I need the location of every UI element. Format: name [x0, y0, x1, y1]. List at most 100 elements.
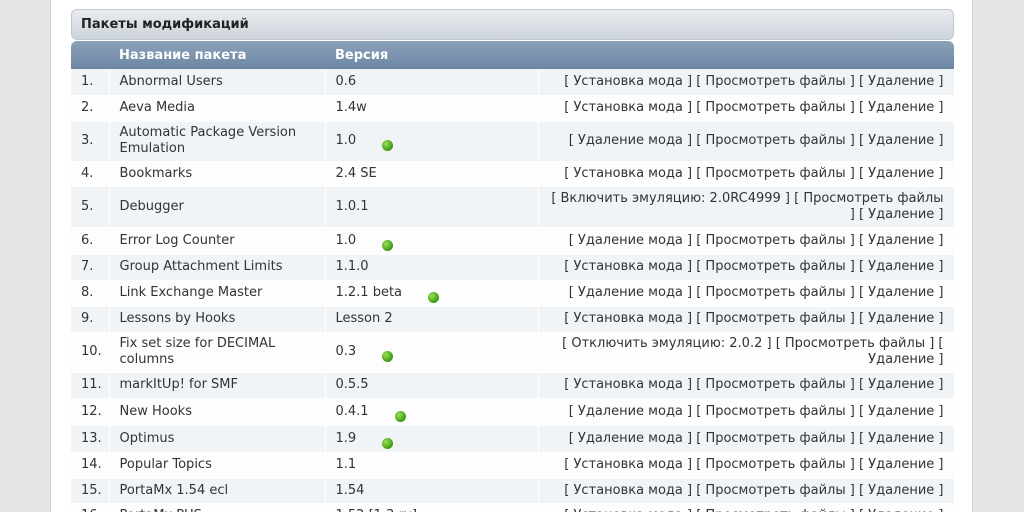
package-actions-links[interactable]: [ Установка мода ] [ Просмотреть файлы ]…	[564, 166, 943, 181]
table-row: 3. Automatic Package Version Emulation 1.0…	[71, 121, 955, 162]
package-actions-links[interactable]: [ Установка мода ] [ Просмотреть файлы ]…	[564, 508, 943, 512]
package-actions-cell: [ Установка мода ] [ Просмотреть файлы ]…	[538, 503, 955, 512]
package-version: 2.4 SE	[335, 165, 377, 181]
package-version: Lesson 2	[335, 311, 393, 326]
installed-status-icon	[428, 292, 440, 303]
package-actions-cell: [ Установка мода ] [ Просмотреть файлы ]…	[538, 478, 955, 504]
table-row: 11. markItUp! for SMF 0.5.5 [ Установка мод…	[71, 372, 955, 399]
package-name: Bookmarks	[109, 161, 326, 187]
package-version: 1.1.0	[335, 259, 369, 274]
package-version-cell: 1.4w	[325, 95, 539, 122]
package-actions-links[interactable]: [ Удаление мода ] [ Просмотреть файлы ] …	[569, 285, 944, 300]
row-number: 6.	[71, 227, 110, 255]
package-name: Automatic Package Version Emulation	[109, 121, 326, 162]
package-version-cell: 0.4.1	[325, 398, 539, 426]
package-actions-cell: [ Удаление мода ] [ Просмотреть файлы ] …	[538, 398, 955, 426]
package-version: 1.52 [1.3 ru]	[336, 508, 418, 512]
package-actions-links[interactable]: [ Установка мода ] [ Просмотреть файлы ]…	[564, 457, 943, 472]
row-number: 2.	[71, 95, 110, 122]
section-title: Пакеты модификаций	[71, 9, 954, 40]
package-version-cell: 1.9	[325, 425, 539, 453]
package-version-cell: 0.6	[325, 69, 539, 96]
package-actions-links[interactable]: [ Включить эмуляцию: 2.0RC4999 ] [ Просм…	[551, 191, 943, 222]
table-row: 4. Bookmarks 2.4 SE [ Установка мода ] [ Пр…	[71, 161, 955, 187]
package-actions-links[interactable]: [ Установка мода ] [ Просмотреть файлы ]…	[564, 377, 943, 392]
package-version: 0.4.1	[335, 403, 369, 419]
package-version: 1.0	[335, 232, 357, 248]
package-name: New Hooks	[109, 398, 326, 426]
package-actions-links[interactable]: [ Установка мода ] [ Просмотреть файлы ]…	[564, 483, 943, 498]
package-actions-links[interactable]: [ Удаление мода ] [ Просмотреть файлы ] …	[569, 133, 944, 148]
package-actions-cell: [ Установка мода ] [ Просмотреть файлы ]…	[538, 452, 955, 479]
table-header-row: Название пакета Версия	[71, 41, 954, 69]
row-number: 4.	[71, 161, 110, 187]
row-number: 1.	[71, 69, 110, 96]
table-row: 12. New Hooks 0.4.1 [ Удаление мода ] [ Про…	[71, 398, 955, 426]
package-version-cell: 1.0	[325, 227, 539, 255]
package-version-cell: Lesson 2	[325, 306, 539, 333]
table-row: 5. Debugger 1.0.1 [ Включить эмуляцию: 2.0R…	[71, 186, 955, 228]
package-actions-links[interactable]: [ Установка мода ] [ Просмотреть файлы ]…	[564, 311, 943, 326]
package-name: Lessons by Hooks	[109, 306, 326, 333]
installed-status-icon	[382, 239, 394, 251]
installed-status-icon	[382, 351, 394, 362]
package-actions-links[interactable]: [ Удаление мода ] [ Просмотреть файлы ] …	[569, 404, 944, 419]
package-actions-cell: [ Отключить эмуляцию: 2.0.2 ] [ Просмотр…	[538, 332, 955, 373]
package-actions-cell: [ Установка мода ] [ Просмотреть файлы ]…	[538, 306, 955, 333]
package-name: Debugger	[109, 186, 326, 228]
package-actions-cell: [ Включить эмуляцию: 2.0RC4999 ] [ Просм…	[538, 186, 955, 228]
table-row: 14. Popular Topics 1.1 [ Установка мода ] […	[71, 452, 955, 479]
package-version: 1.54	[335, 482, 365, 498]
table-row: 6. Error Log Counter 1.0 [ Удаление мода ] …	[71, 227, 955, 255]
package-version: 0.3	[335, 344, 357, 359]
package-version: 1.9	[335, 430, 357, 446]
installed-status-icon	[382, 437, 394, 449]
package-actions-cell: [ Установка мода ] [ Просмотреть файлы ]…	[538, 372, 955, 399]
package-name: Aeva Media	[109, 95, 326, 122]
package-actions-cell: [ Удаление мода ] [ Просмотреть файлы ] …	[538, 425, 955, 453]
package-version: 0.6	[335, 73, 357, 89]
table-row: 8. Link Exchange Master 1.2.1 beta [ Удален…	[71, 280, 955, 307]
package-version: 1.2.1 beta	[335, 285, 403, 300]
row-number: 15.	[71, 478, 110, 504]
packages-table: Название пакета Версия 1. Abnormal Users 0…	[71, 41, 955, 512]
package-actions-cell: [ Удаление мода ] [ Просмотреть файлы ] …	[538, 121, 955, 162]
table-row: 2. Aeva Media 1.4w [ Установка мода ] [ Про…	[71, 95, 955, 122]
package-name: Optimus	[109, 425, 326, 453]
page-container: Пакеты модификаций Название пакета Верси…	[50, 0, 973, 512]
package-actions-cell: [ Удаление мода ] [ Просмотреть файлы ] …	[538, 280, 955, 307]
column-header-actions	[538, 41, 954, 69]
row-number: 3.	[71, 121, 110, 162]
row-number: 8.	[71, 280, 110, 307]
table-row: 9. Lessons by Hooks Lesson 2 [ Установка мо…	[71, 306, 955, 333]
package-version-cell: 1.0	[325, 121, 539, 162]
table-row: 13. Optimus 1.9 [ Удаление мода ] [ Просмот…	[71, 425, 955, 453]
package-version-cell: 1.1.0	[325, 254, 539, 281]
package-version-cell: 1.0.1	[325, 186, 539, 228]
package-name: Fix set size for DECIMAL columns	[109, 332, 326, 373]
column-header-name: Название пакета	[109, 41, 325, 69]
installed-status-icon	[382, 140, 394, 151]
package-actions-links[interactable]: [ Удаление мода ] [ Просмотреть файлы ] …	[569, 431, 944, 446]
package-name: Error Log Counter	[109, 227, 326, 255]
table-row: 16.PortaMx PUS 1.52 [1.3 ru] [ Установка м…	[71, 503, 955, 512]
package-name: Popular Topics	[109, 452, 326, 479]
package-version-cell: 0.5.5	[325, 372, 539, 399]
package-name: PortaMx PUS	[109, 503, 326, 512]
package-actions-links[interactable]: [ Отключить эмуляцию: 2.0.2 ] [ Просмотр…	[562, 336, 943, 367]
package-actions-links[interactable]: [ Установка мода ] [ Просмотреть файлы ]…	[564, 74, 943, 89]
package-actions-cell: [ Установка мода ] [ Просмотреть файлы ]…	[538, 161, 955, 187]
package-actions-links[interactable]: [ Установка мода ] [ Просмотреть файлы ]…	[564, 100, 943, 115]
package-name: Abnormal Users	[109, 69, 326, 96]
row-number: 7.	[71, 254, 110, 281]
row-number: 14.	[71, 452, 110, 479]
row-number: 9.	[71, 306, 110, 333]
package-actions-cell: [ Установка мода ] [ Просмотреть файлы ]…	[538, 95, 955, 122]
package-actions-cell: [ Установка мода ] [ Просмотреть файлы ]…	[538, 69, 955, 96]
package-actions-links[interactable]: [ Удаление мода ] [ Просмотреть файлы ] …	[569, 233, 944, 248]
package-actions-links[interactable]: [ Установка мода ] [ Просмотреть файлы ]…	[564, 259, 943, 274]
package-name: Group Attachment Limits	[109, 254, 326, 281]
row-number: 10.	[71, 332, 110, 373]
package-version-cell: 2.4 SE	[325, 161, 539, 187]
package-version: 1.4w	[335, 100, 367, 115]
